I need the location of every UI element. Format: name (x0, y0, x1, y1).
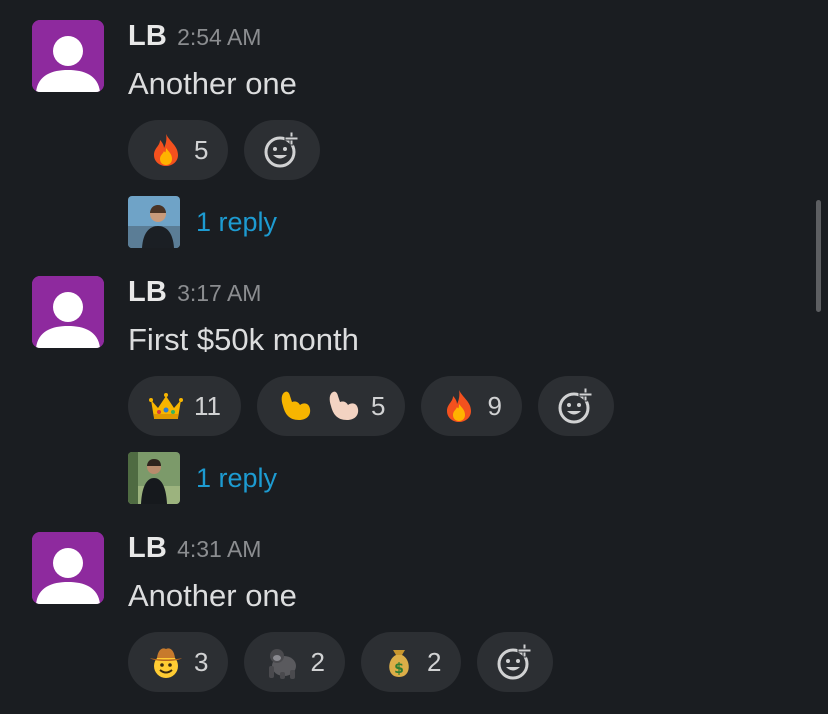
thread-participant-avatar (128, 196, 180, 248)
fire-icon (439, 386, 479, 426)
timestamp[interactable]: 4:31 AM (177, 536, 261, 563)
reaction-count: 5 (371, 390, 386, 421)
reaction-cowboy-face[interactable]: 3 (128, 632, 229, 692)
timestamp[interactable]: 2:54 AM (177, 24, 261, 51)
message-header: LB 2:54 AM (128, 20, 261, 60)
message-text: Another one (128, 66, 297, 101)
crown-icon (146, 386, 186, 426)
user-placeholder-icon (32, 276, 104, 348)
reaction-crown[interactable]: 11 (128, 376, 241, 436)
timestamp[interactable]: 3:17 AM (177, 280, 261, 307)
message-header: LB 3:17 AM (128, 276, 261, 316)
reaction-money-bag[interactable]: $ 2 (360, 632, 462, 692)
reaction-fire[interactable]: 5 (128, 120, 229, 180)
thread-summary[interactable]: 1 reply (128, 196, 277, 248)
reply-count-link[interactable]: 1 reply (196, 463, 277, 494)
reaction-fire[interactable]: 9 (421, 376, 522, 436)
reaction-count: 5 (194, 134, 209, 165)
user-placeholder-icon (32, 20, 104, 92)
add-reaction-icon (497, 643, 532, 680)
thread-summary[interactable]: 1 reply (128, 452, 277, 504)
flexed-biceps-light-icon (323, 386, 363, 426)
add-reaction-button[interactable] (477, 632, 554, 692)
thread-participant-avatar (128, 452, 180, 504)
reaction-bar: 5 (128, 120, 321, 180)
reaction-count: 2 (426, 646, 442, 677)
user-placeholder-icon (32, 532, 104, 604)
svg-text:$: $ (394, 661, 404, 677)
author-name[interactable]: LB (128, 20, 167, 53)
avatar[interactable] (32, 276, 104, 348)
scrollbar-thumb[interactable] (816, 200, 821, 312)
cowboy-face-icon (146, 642, 186, 682)
money-bag-icon: $ (379, 642, 419, 682)
author-name[interactable]: LB (128, 532, 167, 565)
fire-icon (146, 130, 186, 170)
reaction-count: 11 (194, 390, 221, 421)
reaction-bar: 3 2 $ 2 (128, 632, 554, 692)
message-text: Another one (128, 578, 297, 613)
add-reaction-icon (264, 131, 299, 168)
avatar[interactable] (32, 532, 104, 604)
add-reaction-button[interactable] (537, 376, 614, 436)
reaction-bar: 11 5 9 (128, 376, 614, 436)
gorilla-icon (262, 642, 302, 682)
message-header: LB 4:31 AM (128, 532, 261, 572)
message-text: First $50k month (128, 322, 359, 357)
reaction-gorilla[interactable]: 2 (244, 632, 345, 692)
author-name[interactable]: LB (128, 276, 167, 309)
flexed-biceps-icon (275, 386, 315, 426)
add-reaction-icon (558, 387, 593, 424)
reaction-count: 3 (194, 646, 209, 677)
add-reaction-button[interactable] (244, 120, 321, 180)
reaction-count: 9 (487, 390, 502, 421)
reaction-count: 2 (310, 646, 325, 677)
avatar[interactable] (32, 20, 104, 92)
reaction-flexed-biceps-pair[interactable]: 5 (257, 376, 406, 436)
message-feed: LB 2:54 AM Another one 5 1 reply LB 3:17… (0, 0, 828, 714)
reply-count-link[interactable]: 1 reply (196, 207, 277, 238)
